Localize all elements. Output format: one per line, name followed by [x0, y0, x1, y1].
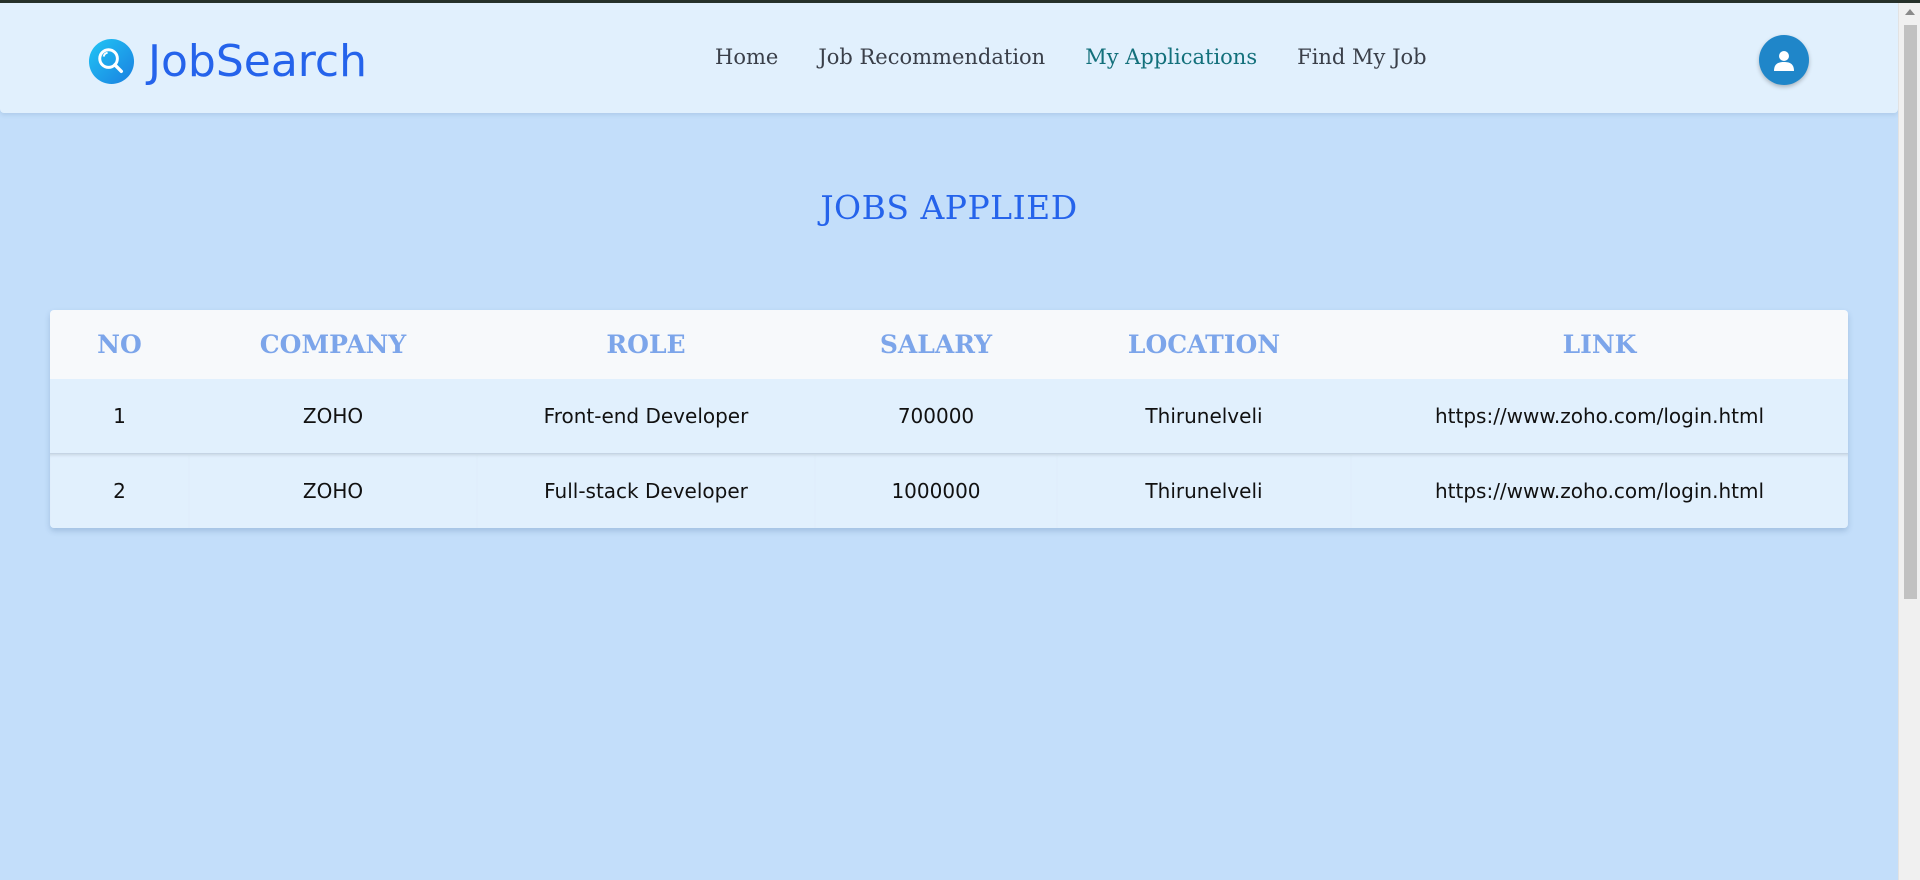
cell-no: 2	[50, 453, 189, 528]
top-navbar: JobSearch Home Job Recommendation My App…	[0, 3, 1898, 113]
nav-job-recommendation[interactable]: Job Recommendation	[818, 45, 1045, 69]
page-title: JOBS APPLIED	[820, 188, 1078, 227]
logo[interactable]: JobSearch	[88, 36, 367, 87]
column-header-location: LOCATION	[1057, 310, 1351, 379]
table-row: 2 ZOHO Full-stack Developer 1000000 Thir…	[50, 453, 1848, 528]
search-magnifier-icon	[88, 38, 135, 85]
applications-table: NO COMPANY ROLE SALARY LOCATION LINK 1 Z…	[50, 310, 1848, 528]
cell-role: Front-end Developer	[477, 379, 815, 454]
user-avatar-button[interactable]	[1759, 35, 1809, 85]
vertical-scrollbar[interactable]	[1898, 3, 1920, 880]
cell-salary: 1000000	[815, 453, 1057, 528]
nav-find-my-job[interactable]: Find My Job	[1297, 45, 1426, 69]
scrollbar-thumb[interactable]	[1904, 25, 1917, 599]
cell-location: Thirunelveli	[1057, 453, 1351, 528]
main-nav: Home Job Recommendation My Applications …	[715, 45, 1467, 69]
user-icon	[1774, 51, 1794, 71]
column-header-salary: SALARY	[815, 310, 1057, 379]
table-header-row: NO COMPANY ROLE SALARY LOCATION LINK	[50, 310, 1848, 379]
nav-home[interactable]: Home	[715, 45, 778, 69]
table-row: 1 ZOHO Front-end Developer 700000 Thirun…	[50, 379, 1848, 454]
cell-location: Thirunelveli	[1057, 379, 1351, 454]
column-header-link: LINK	[1351, 310, 1848, 379]
nav-my-applications[interactable]: My Applications	[1085, 45, 1257, 69]
scroll-up-arrow-icon[interactable]	[1905, 9, 1915, 15]
cell-company: ZOHO	[189, 453, 477, 528]
app-name: JobSearch	[148, 36, 367, 87]
cell-link[interactable]: https://www.zoho.com/login.html	[1351, 453, 1848, 528]
column-header-role: ROLE	[477, 310, 815, 379]
column-header-no: NO	[50, 310, 189, 379]
cell-salary: 700000	[815, 379, 1057, 454]
column-header-company: COMPANY	[189, 310, 477, 379]
cell-link[interactable]: https://www.zoho.com/login.html	[1351, 379, 1848, 454]
cell-company: ZOHO	[189, 379, 477, 454]
cell-no: 1	[50, 379, 189, 454]
cell-role: Full-stack Developer	[477, 453, 815, 528]
